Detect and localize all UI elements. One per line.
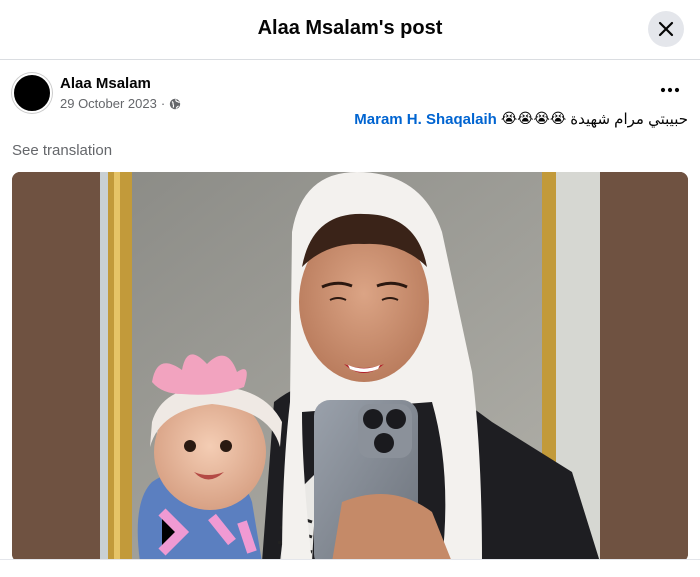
post-text-body: حبيبتي مرام شهيدة: [570, 111, 688, 128]
see-translation-link[interactable]: See translation: [12, 142, 112, 159]
more-horizontal-icon: [660, 87, 680, 93]
close-button[interactable]: [648, 11, 684, 47]
post-date[interactable]: 29 October 2023: [60, 96, 157, 111]
close-icon: [658, 21, 674, 37]
post-photo[interactable]: [12, 172, 688, 562]
globe-icon: [170, 98, 181, 109]
post-meta: 29 October 2023 ·: [60, 96, 181, 111]
dialog-header: Alaa Msalam's post: [0, 0, 700, 60]
meta-separator: ·: [160, 96, 166, 111]
photo-mother-and-baby-selfie: [12, 172, 688, 562]
author-avatar[interactable]: [12, 73, 52, 113]
mention-link[interactable]: Maram H. Shaqalaih: [354, 111, 497, 128]
crying-emojis: 😭😭😭😭: [500, 111, 567, 127]
bottom-bar: [0, 559, 700, 577]
post-text: حبيبتي مرام شهيدة 😭😭😭😭 Maram H. Shaqalai…: [354, 110, 688, 129]
author-name[interactable]: Alaa Msalam: [60, 75, 151, 92]
dialog-title: Alaa Msalam's post: [257, 17, 443, 39]
more-options-button[interactable]: [652, 78, 688, 102]
